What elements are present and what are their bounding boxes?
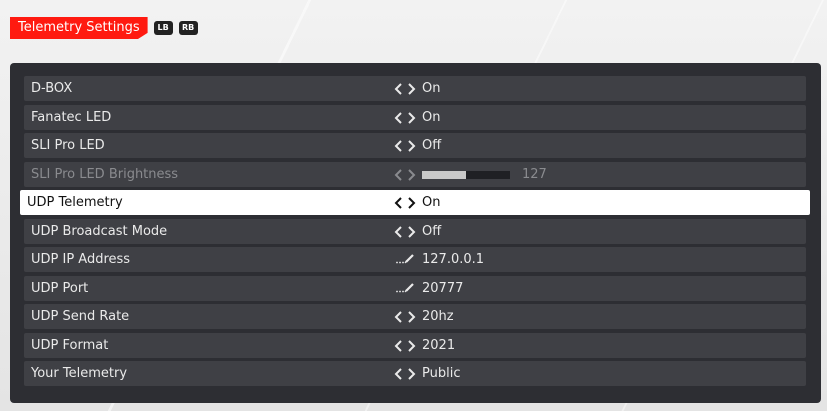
setting-label: SLI Pro LED Brightness — [31, 167, 179, 182]
setting-value: On — [422, 81, 441, 96]
setting-value: Off — [422, 138, 442, 153]
left-right-arrows-icon[interactable] — [394, 139, 416, 152]
setting-value-control[interactable]: Off — [394, 138, 441, 153]
setting-value-control[interactable]: 127.0.0.1 — [394, 252, 484, 268]
setting-row-udp-broadcast-mode[interactable]: UDP Broadcast Mode Off — [24, 219, 806, 244]
setting-value-control[interactable]: On — [394, 110, 440, 125]
setting-row-udp-port[interactable]: UDP Port 20777 — [24, 276, 806, 301]
setting-value-control[interactable]: 2021 — [394, 338, 455, 353]
left-right-arrows-icon[interactable] — [394, 310, 416, 323]
setting-row-udp-send-rate[interactable]: UDP Send Rate 20hz — [24, 304, 806, 329]
setting-value-control[interactable]: 20777 — [394, 281, 463, 297]
page-title: Telemetry Settings — [10, 17, 148, 39]
setting-label: UDP IP Address — [31, 252, 131, 267]
edit-pencil-icon[interactable] — [394, 281, 416, 297]
slider-fill — [422, 170, 466, 179]
setting-row-udp-format[interactable]: UDP Format 2021 — [24, 333, 806, 358]
setting-value-control[interactable]: 127 — [394, 167, 547, 182]
left-right-arrows-icon[interactable] — [394, 111, 416, 124]
setting-label: SLI Pro LED — [31, 138, 105, 153]
edit-pencil-icon[interactable] — [394, 252, 416, 268]
setting-row-dbox[interactable]: D-BOX On — [24, 76, 806, 101]
settings-panel: D-BOX On Fanatec LED On SLI Pro LED Off … — [10, 63, 821, 403]
left-right-arrows-icon[interactable] — [394, 339, 416, 352]
setting-label: UDP Port — [31, 281, 89, 296]
lb-bumper-icon[interactable]: LB — [153, 21, 173, 35]
setting-label: Your Telemetry — [31, 366, 128, 381]
setting-value-control[interactable]: Public — [394, 366, 460, 381]
left-right-arrows-icon[interactable] — [394, 225, 416, 238]
setting-label: UDP Telemetry — [27, 195, 123, 210]
left-right-arrows-icon[interactable] — [394, 367, 416, 380]
setting-value: 20hz — [422, 309, 454, 324]
setting-row-sli-pro-led[interactable]: SLI Pro LED Off — [24, 133, 806, 158]
setting-label: UDP Broadcast Mode — [31, 224, 168, 239]
left-right-arrows-icon[interactable] — [394, 168, 416, 181]
rb-bumper-icon[interactable]: RB — [178, 21, 198, 35]
setting-row-your-telemetry[interactable]: Your Telemetry Public — [24, 361, 806, 386]
setting-label: D-BOX — [31, 81, 73, 96]
setting-value: 127 — [522, 167, 547, 182]
setting-value: 2021 — [422, 338, 456, 353]
left-right-arrows-icon[interactable] — [394, 82, 416, 95]
setting-value: Public — [422, 366, 461, 381]
setting-row-udp-ip-address[interactable]: UDP IP Address 127.0.0.1 — [24, 247, 806, 272]
setting-row-udp-telemetry[interactable]: UDP Telemetry On — [20, 190, 810, 215]
setting-row-sli-pro-led-brightness[interactable]: SLI Pro LED Brightness 127 — [24, 162, 806, 187]
header: Telemetry Settings LB RB — [10, 17, 198, 39]
brightness-slider[interactable] — [422, 170, 510, 179]
left-right-arrows-icon[interactable] — [394, 196, 416, 209]
setting-value-control[interactable]: 20hz — [394, 309, 454, 324]
setting-label: Fanatec LED — [31, 110, 112, 125]
setting-value: Off — [422, 224, 442, 239]
setting-value: On — [422, 110, 441, 125]
setting-value-control[interactable]: Off — [394, 224, 441, 239]
setting-value-control[interactable]: On — [394, 81, 440, 96]
setting-value: 20777 — [422, 281, 464, 296]
setting-row-fanatec-led[interactable]: Fanatec LED On — [24, 105, 806, 130]
setting-label: UDP Send Rate — [31, 309, 130, 324]
setting-value-control[interactable]: On — [394, 195, 440, 210]
setting-label: UDP Format — [31, 338, 109, 353]
setting-value: On — [422, 195, 441, 210]
setting-value: 127.0.0.1 — [422, 252, 485, 267]
